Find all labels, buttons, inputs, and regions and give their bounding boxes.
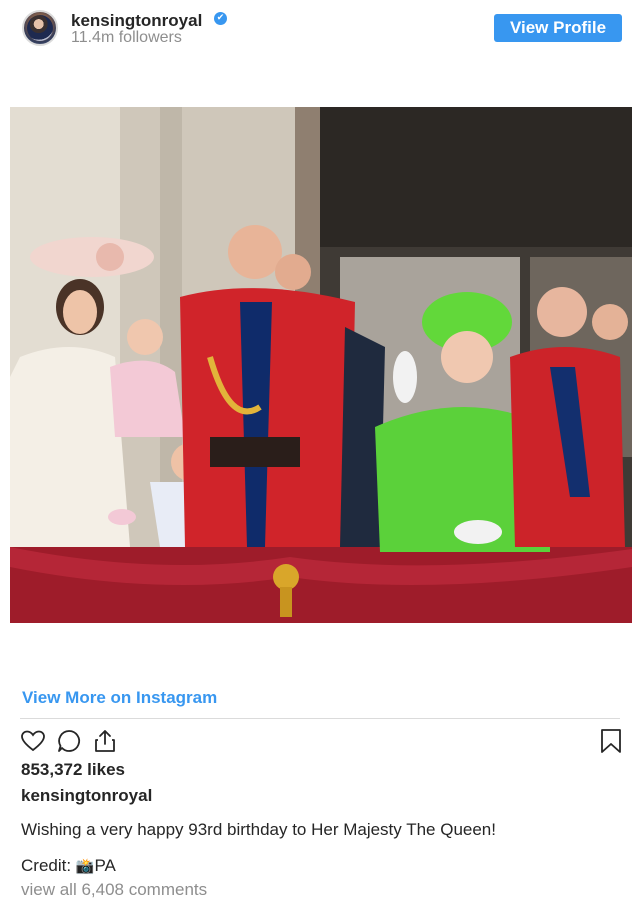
post-header: kensingtonroyal ✔ 11.4m followers View P…: [0, 0, 632, 60]
view-all-comments-link[interactable]: view all 6,408 comments: [21, 880, 207, 900]
bookmark-icon[interactable]: [598, 728, 624, 754]
avatar[interactable]: [22, 10, 58, 46]
follower-count: 11.4m followers: [71, 29, 182, 46]
share-icon[interactable]: [92, 728, 118, 754]
post-photo[interactable]: [10, 107, 632, 623]
view-more-on-instagram-link[interactable]: View More on Instagram: [22, 688, 217, 708]
heart-icon[interactable]: [20, 728, 46, 754]
comment-icon[interactable]: [56, 728, 82, 754]
profile-username[interactable]: kensingtonroyal: [71, 11, 202, 31]
credit-source: PA: [94, 856, 116, 875]
verified-badge-icon: ✔: [214, 12, 227, 25]
credit-label: Credit:: [21, 856, 76, 875]
post-caption: Wishing a very happy 93rd birthday to He…: [21, 820, 496, 839]
divider: [20, 718, 620, 719]
action-bar: [20, 728, 622, 754]
view-profile-button[interactable]: View Profile: [494, 14, 622, 42]
royal-family-photo-image: [10, 107, 632, 623]
post-owner-username[interactable]: kensingtonroyal: [21, 786, 152, 806]
camera-icon: 📸: [75, 857, 95, 875]
like-count[interactable]: 853,372 likes: [21, 760, 125, 780]
photo-credit: Credit: 📸PA: [21, 856, 116, 876]
